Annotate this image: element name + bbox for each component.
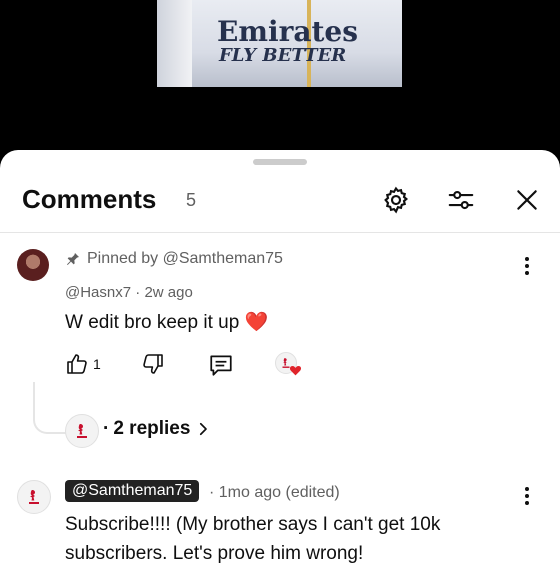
dislike-button[interactable]: [141, 352, 165, 376]
jersey-text-line1: Emirates: [217, 15, 359, 48]
comment-time: 2w ago: [144, 284, 193, 301]
comment-text-line1: Subscribe!!!! (My brother says I can't g…: [65, 514, 441, 535]
comment-time: 1mo ago (edited): [218, 484, 340, 501]
reply-avatar: [65, 414, 99, 448]
liverbird-crest-icon: [29, 490, 39, 504]
video-player[interactable]: Emirates FLY BETTER: [0, 0, 560, 160]
close-icon: [517, 190, 537, 210]
comments-count: 5: [186, 190, 197, 210]
creator-heart-badge: [275, 352, 302, 378]
heart-icon: [289, 365, 302, 376]
comment-meta: @Hasnx7 · 2w ago: [65, 284, 193, 301]
jersey-sponsor-text: Emirates FLY BETTER: [217, 18, 358, 66]
comments-header: Comments 5: [0, 172, 560, 233]
comments-sheet: Comments 5 Pinned by @Samtheman75 @Hasnx…: [0, 150, 560, 570]
close-button[interactable]: [511, 184, 543, 216]
chevron-right-icon: [200, 422, 208, 436]
replies-bullet: ·: [103, 418, 110, 439]
view-replies-button[interactable]: · 2 replies: [103, 418, 212, 440]
gear-icon: [384, 186, 409, 214]
reply-button[interactable]: [208, 352, 234, 378]
liverbird-crest-icon: [77, 424, 87, 438]
thread-line: [33, 382, 69, 434]
separator: ·: [209, 484, 215, 501]
avatar[interactable]: [17, 249, 49, 281]
drag-handle[interactable]: [253, 159, 307, 165]
comment-text: Subscribe!!!! (My brother says I can't g…: [65, 510, 535, 568]
jersey-text-line2: FLY BETTER: [219, 45, 347, 66]
replies-label: 2 replies: [113, 418, 191, 439]
comment-options-button[interactable]: [517, 256, 537, 276]
comment-text-content: W edit bro keep it up: [65, 312, 240, 333]
pin-icon: [67, 253, 79, 265]
heart-emoji: ❤️: [244, 312, 269, 333]
creator-author-chip[interactable]: @Samtheman75: [65, 480, 200, 502]
settings-button[interactable]: [380, 184, 412, 216]
comment-actions: 1: [65, 352, 325, 380]
comment-meta: · 1mo ago (edited): [209, 484, 340, 502]
pinned-label: Pinned by @Samtheman75: [65, 250, 283, 268]
filter-button[interactable]: [445, 184, 477, 216]
comment-text: W edit bro keep it up ❤️: [65, 310, 268, 334]
jersey-shoulder: [157, 0, 192, 87]
avatar[interactable]: [17, 480, 51, 514]
video-thumbnail: Emirates FLY BETTER: [157, 0, 402, 87]
comments-title: Comments: [22, 184, 157, 214]
comment-text-line2: subscribers. Let's prove him wrong!: [65, 543, 364, 564]
thumbs-up-icon: [67, 354, 87, 374]
like-button[interactable]: 1: [65, 352, 101, 376]
sliders-icon: [448, 190, 474, 210]
pinned-text: Pinned by @Samtheman75: [87, 250, 283, 267]
like-count: 1: [93, 356, 101, 372]
thumbs-down-icon: [143, 354, 163, 374]
separator: ·: [135, 284, 141, 301]
comment-bubble-icon: [210, 355, 232, 376]
comment-author[interactable]: @Hasnx7: [65, 284, 131, 301]
comment-options-button[interactable]: [517, 486, 537, 506]
